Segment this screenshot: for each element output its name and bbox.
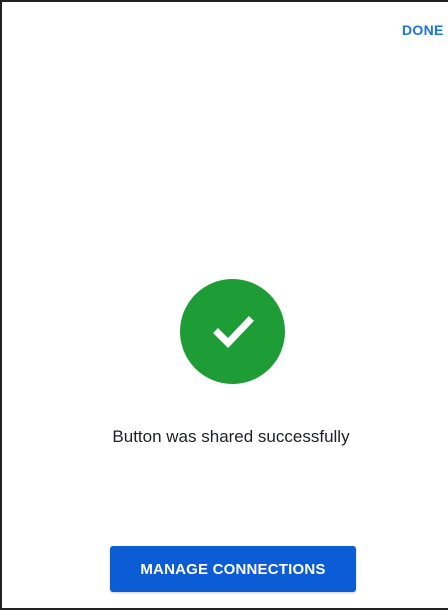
- manage-connections-button[interactable]: MANAGE CONNECTIONS: [110, 546, 356, 592]
- share-success-dialog: DONE Button was shared successfully MANA…: [0, 0, 448, 610]
- check-circle-icon: [180, 279, 285, 384]
- checkmark-icon: [212, 315, 254, 348]
- success-message: Button was shared successfully: [112, 427, 350, 446]
- done-button[interactable]: DONE: [402, 22, 444, 38]
